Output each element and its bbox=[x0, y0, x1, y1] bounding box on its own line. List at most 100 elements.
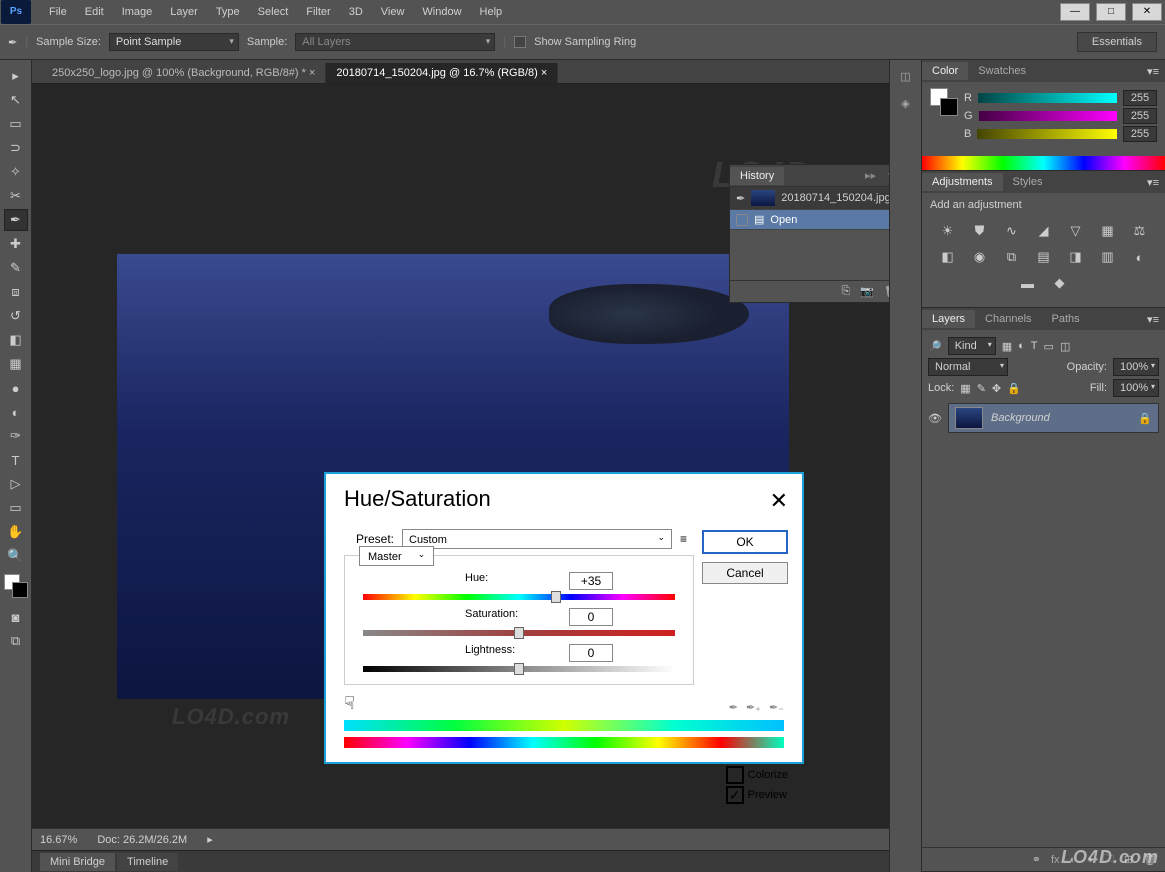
workspace-essentials-button[interactable]: Essentials bbox=[1077, 32, 1157, 52]
filter-kind-dropdown[interactable]: Kind bbox=[948, 337, 996, 355]
lasso-tool-icon[interactable]: ⊃ bbox=[4, 137, 28, 159]
healing-tool-icon[interactable]: ✚ bbox=[4, 233, 28, 255]
brush-tool-icon[interactable]: ✎ bbox=[4, 257, 28, 279]
new-document-icon[interactable]: ⎘ bbox=[842, 285, 851, 298]
shape-tool-icon[interactable]: ▭ bbox=[4, 497, 28, 519]
timeline-tab[interactable]: Timeline bbox=[117, 853, 178, 871]
g-value[interactable]: 255 bbox=[1123, 108, 1157, 124]
saturation-slider[interactable] bbox=[363, 630, 675, 636]
lightness-input[interactable] bbox=[569, 644, 613, 662]
paths-tab[interactable]: Paths bbox=[1042, 310, 1090, 328]
camera-icon[interactable]: 📷 bbox=[860, 285, 874, 298]
spectrum-ramp[interactable] bbox=[922, 156, 1165, 170]
marquee-tool-icon[interactable]: ▭ bbox=[4, 113, 28, 135]
panel-menu-icon[interactable]: ▾≡ bbox=[1141, 65, 1165, 78]
foreground-background-swatch[interactable] bbox=[4, 574, 28, 598]
group-icon[interactable]: 🗀 bbox=[1103, 850, 1114, 869]
adjustment-layer-icon[interactable]: ◑ bbox=[1086, 854, 1093, 866]
document-tab[interactable]: 250x250_logo.jpg @ 100% (Background, RGB… bbox=[42, 63, 326, 83]
move-tool-icon[interactable]: ↖ bbox=[4, 89, 28, 111]
threshold-icon[interactable]: ◐ bbox=[1131, 249, 1149, 265]
minimize-button[interactable]: — bbox=[1060, 3, 1090, 21]
menu-type[interactable]: Type bbox=[207, 2, 249, 22]
collapsed-panel-icon[interactable]: ◈ bbox=[901, 97, 909, 110]
channel-dropdown[interactable]: Master⌄ bbox=[359, 546, 434, 566]
filter-adjust-icon[interactable]: ◐ bbox=[1018, 340, 1025, 352]
blend-mode-dropdown[interactable]: Normal bbox=[928, 358, 1008, 376]
filter-type-icon[interactable]: T bbox=[1031, 340, 1038, 352]
expand-handle-icon[interactable]: ▸ bbox=[4, 65, 28, 87]
history-snapshot[interactable]: ✒ 20180714_150204.jpg bbox=[730, 187, 889, 210]
hue-slider[interactable] bbox=[363, 594, 675, 600]
filter-pixel-icon[interactable]: ▦ bbox=[1002, 340, 1012, 353]
g-slider[interactable] bbox=[979, 111, 1117, 121]
fill-input[interactable]: 100% bbox=[1113, 379, 1159, 397]
fx-icon[interactable]: fx bbox=[1051, 854, 1060, 866]
type-tool-icon[interactable]: T bbox=[4, 449, 28, 471]
preset-dropdown[interactable]: Custom⌄ bbox=[402, 529, 672, 549]
brightness-icon[interactable]: ☀ bbox=[939, 223, 957, 239]
visibility-icon[interactable]: 👁 bbox=[928, 412, 942, 425]
r-value[interactable]: 255 bbox=[1123, 90, 1157, 106]
photo-filter-icon[interactable]: ◉ bbox=[971, 249, 989, 265]
ok-button[interactable]: OK bbox=[702, 530, 788, 554]
opacity-input[interactable]: 100% bbox=[1113, 358, 1159, 376]
mask-icon[interactable]: ◐ bbox=[1070, 854, 1077, 866]
lock-position-icon[interactable]: ✥ bbox=[992, 382, 1001, 395]
document-tab[interactable]: 20180714_150204.jpg @ 16.7% (RGB/8) × bbox=[326, 63, 558, 83]
collapsed-panel-icon[interactable]: ◫ bbox=[900, 70, 910, 83]
preset-menu-icon[interactable]: ≡ bbox=[680, 532, 687, 546]
magic-wand-tool-icon[interactable]: ✧ bbox=[4, 161, 28, 183]
trash-icon[interactable]: 🗑 bbox=[1143, 853, 1157, 866]
menu-filter[interactable]: Filter bbox=[297, 2, 339, 22]
history-step[interactable]: ▤ Open bbox=[730, 210, 889, 230]
menu-help[interactable]: Help bbox=[471, 2, 512, 22]
preview-checkbox[interactable]: ✓ bbox=[726, 786, 744, 804]
hand-tool-icon[interactable]: ✋ bbox=[4, 521, 28, 543]
filter-shape-icon[interactable]: ▭ bbox=[1044, 340, 1054, 353]
pen-tool-icon[interactable]: ✑ bbox=[4, 425, 28, 447]
channels-tab[interactable]: Channels bbox=[975, 310, 1041, 328]
vibrance-icon[interactable]: ▽ bbox=[1067, 223, 1085, 239]
levels-icon[interactable]: ⛊ bbox=[971, 223, 989, 239]
quickmask-tool-icon[interactable]: ◙ bbox=[4, 606, 28, 628]
maximize-button[interactable]: □ bbox=[1096, 3, 1126, 21]
link-icon[interactable]: ⚭ bbox=[1032, 853, 1041, 866]
eyedropper-icon[interactable]: ✒ bbox=[729, 701, 738, 714]
menu-view[interactable]: View bbox=[372, 2, 414, 22]
eyedropper-plus-icon[interactable]: ✒₊ bbox=[746, 701, 761, 714]
layers-tab[interactable]: Layers bbox=[922, 310, 975, 328]
menu-3d[interactable]: 3D bbox=[340, 2, 372, 22]
zoom-tool-icon[interactable]: 🔍 bbox=[4, 545, 28, 567]
cancel-button[interactable]: Cancel bbox=[702, 562, 788, 584]
eraser-tool-icon[interactable]: ◧ bbox=[4, 329, 28, 351]
r-slider[interactable] bbox=[978, 93, 1117, 103]
mini-bridge-tab[interactable]: Mini Bridge bbox=[40, 853, 115, 871]
invert-icon[interactable]: ◨ bbox=[1067, 249, 1085, 265]
lock-transparent-icon[interactable]: ▦ bbox=[960, 382, 970, 395]
colorize-checkbox[interactable] bbox=[726, 766, 744, 784]
filter-smart-icon[interactable]: ◫ bbox=[1060, 340, 1070, 353]
menu-edit[interactable]: Edit bbox=[76, 2, 113, 22]
canvas-area[interactable]: LO4D.com LO4D.com History ▸▸ ▾≡ ✒ 201807… bbox=[32, 84, 889, 828]
hue-input[interactable] bbox=[569, 572, 613, 590]
path-select-tool-icon[interactable]: ▷ bbox=[4, 473, 28, 495]
bw-icon[interactable]: ◧ bbox=[939, 249, 957, 265]
status-menu-icon[interactable]: ▸ bbox=[207, 833, 213, 846]
dodge-tool-icon[interactable]: ◐ bbox=[4, 401, 28, 423]
sample-size-dropdown[interactable]: Point Sample bbox=[109, 33, 239, 51]
blur-tool-icon[interactable]: ● bbox=[4, 377, 28, 399]
eyedropper-minus-icon[interactable]: ✒₋ bbox=[769, 701, 784, 714]
posterize-icon[interactable]: ▥ bbox=[1099, 249, 1117, 265]
dialog-close-button[interactable]: ✕ bbox=[770, 488, 788, 514]
sample-dropdown[interactable]: All Layers bbox=[295, 33, 495, 51]
panel-menu-icon[interactable]: ▾≡ bbox=[1141, 313, 1165, 326]
hue-sat-icon[interactable]: ▦ bbox=[1099, 223, 1117, 239]
stamp-tool-icon[interactable]: ⧈ bbox=[4, 281, 28, 303]
lookup-icon[interactable]: ▤ bbox=[1035, 249, 1053, 265]
hand-icon[interactable]: ☟ bbox=[344, 693, 355, 714]
panel-menu-icon[interactable]: ▾≡ bbox=[882, 169, 889, 182]
balance-icon[interactable]: ⚖ bbox=[1131, 223, 1149, 239]
swatches-tab[interactable]: Swatches bbox=[968, 62, 1036, 80]
menu-window[interactable]: Window bbox=[413, 2, 470, 22]
